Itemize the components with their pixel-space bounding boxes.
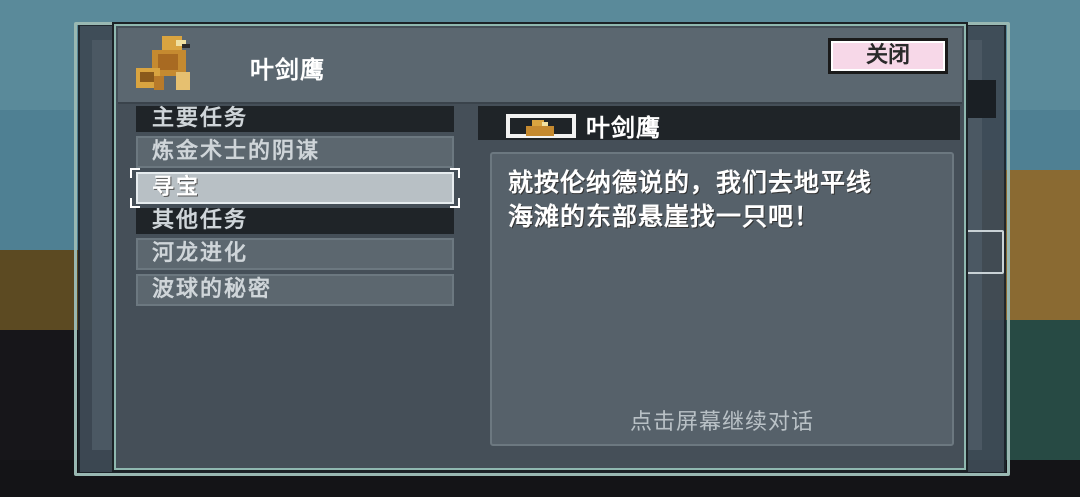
dialog-text-line-1: 就按伦纳德说的，我们去地平线 <box>508 168 873 197</box>
continue-hint: 点击屏幕继续对话 <box>629 410 814 435</box>
quest-item-label: 寻宝 <box>152 175 201 200</box>
dialog-text-line-2: 海滩的东部悬崖找一只吧！ <box>508 202 821 231</box>
dialog-text-box[interactable]: 就按伦纳德说的，我们去地平线 海滩的东部悬崖找一只吧！ 点击屏幕继续对话 <box>490 152 954 446</box>
underlying-scroll <box>968 80 996 118</box>
quest-list: 主要任务 炼金术士的阴谋 寻宝 其他任务 河龙进化 波球的秘密 <box>130 106 460 310</box>
selection-corner <box>130 168 140 178</box>
speaker-name: 叶剑鹰 <box>586 114 661 142</box>
dialog-title: 叶剑鹰 <box>250 56 325 84</box>
quest-item-river-dragon[interactable]: 河龙进化 <box>136 238 454 270</box>
dialog-text: 就按伦纳德说的，我们去地平线 海滩的东部悬崖找一只吧！ <box>508 166 938 234</box>
other-quests-header: 其他任务 <box>136 208 454 234</box>
selection-corner <box>450 168 460 178</box>
underlying-side-button <box>964 230 1004 274</box>
quest-item-alchemist[interactable]: 炼金术士的阴谋 <box>136 136 454 168</box>
speaker-bar: 叶剑鹰 <box>478 106 960 142</box>
quest-item-treasure[interactable]: 寻宝 <box>130 168 460 208</box>
main-quests-header: 主要任务 <box>136 106 454 132</box>
quest-item-wave-ball[interactable]: 波球的秘密 <box>136 274 454 306</box>
selection-corner <box>130 198 140 208</box>
close-button[interactable]: 关闭 <box>828 38 948 74</box>
quest-dialog: 叶剑鹰 关闭 主要任务 炼金术士的阴谋 寻宝 其他任务 河龙进化 波球的秘密 叶… <box>114 24 966 470</box>
bird-portrait-icon <box>136 36 190 90</box>
speaker-portrait-icon <box>506 114 576 138</box>
dialog-header: 叶剑鹰 关闭 <box>118 28 962 104</box>
selection-corner <box>450 198 460 208</box>
